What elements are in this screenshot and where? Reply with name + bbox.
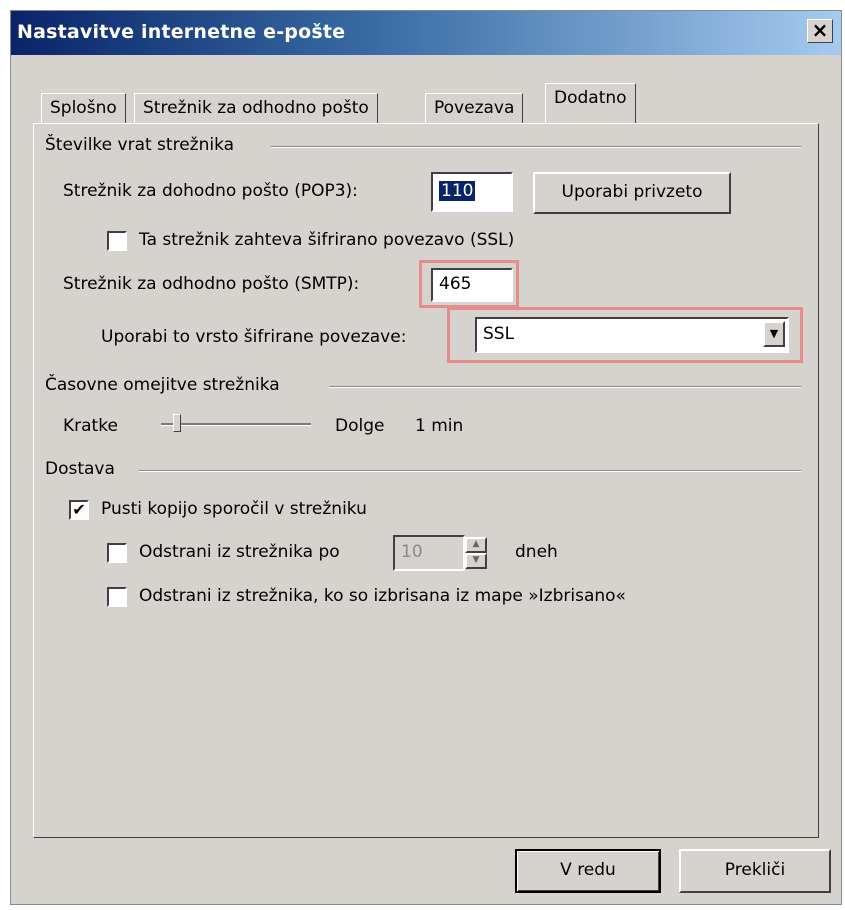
remove-deleted-checkbox[interactable] [107, 587, 127, 607]
group-divider [329, 386, 801, 388]
chevron-down-icon[interactable]: ▼ [763, 321, 785, 347]
days-unit-label: dneh [515, 542, 558, 562]
ssl-required-label: Ta strežnik zahteva šifrirano povezavo (… [139, 230, 515, 250]
remove-after-days-input[interactable]: 10 [393, 535, 465, 571]
tab-label: Strežnik za odhodno pošto [143, 98, 369, 118]
close-icon: × [811, 18, 829, 42]
ssl-required-checkbox[interactable] [107, 231, 127, 251]
timeout-slider-thumb[interactable] [173, 414, 181, 432]
encryption-type-label: Uporabi to vrsto šifrirane povezave: [101, 327, 407, 347]
smtp-port-input[interactable]: 465 [431, 268, 513, 302]
timeout-slider-track[interactable] [161, 423, 311, 426]
encryption-type-select[interactable]: SSL [475, 317, 789, 353]
close-button[interactable]: × [807, 19, 833, 43]
leave-copy-label: Pusti kopijo sporočil v strežniku [101, 499, 367, 519]
group-title-timeouts: Časovne omejitve strežnika [45, 375, 280, 395]
smtp-label: Strežnik za odhodno pošto (SMTP): [63, 274, 360, 294]
group-divider [139, 470, 801, 472]
tab-outgoing-server[interactable]: Strežnik za odhodno pošto [134, 93, 378, 123]
dialog-title: Nastavitve internetne e-pošte [17, 21, 346, 43]
use-default-button[interactable]: Uporabi privzeto [533, 172, 731, 214]
timeout-value: 1 min [415, 416, 464, 436]
title-bar: Nastavitve internetne e-pošte × [11, 11, 841, 55]
tab-advanced[interactable]: Dodatno [545, 83, 636, 123]
pop3-port-value: 110 [439, 181, 476, 201]
remove-after-label: Odstrani iz strežnika po [139, 542, 340, 562]
pop3-port-input[interactable]: 110 [431, 172, 513, 212]
encryption-type-value: SSL [483, 324, 515, 344]
timeout-short-label: Kratke [63, 416, 118, 436]
spin-up-icon[interactable]: ▲ [465, 537, 487, 553]
group-title-delivery: Dostava [45, 459, 115, 479]
pop3-label: Strežnik za dohodno pošto (POP3): [63, 181, 358, 201]
ok-button[interactable]: V redu [515, 849, 661, 893]
tab-connection[interactable]: Povezava [425, 93, 524, 123]
checkmark-icon: ✔ [72, 500, 86, 519]
cancel-button[interactable]: Prekliči [679, 849, 831, 893]
remove-after-checkbox[interactable] [107, 543, 127, 563]
tab-label: Dodatno [554, 88, 627, 108]
remove-deleted-label: Odstrani iz strežnika, ko so izbrisana i… [139, 586, 626, 606]
settings-dialog: Nastavitve internetne e-pošte × Splošno … [10, 10, 842, 905]
group-divider [271, 146, 801, 148]
spin-down-icon[interactable]: ▼ [465, 553, 487, 569]
tab-label: Splošno [50, 98, 117, 118]
leave-copy-checkbox[interactable]: ✔ [69, 500, 89, 520]
timeout-long-label: Dolge [335, 416, 385, 436]
group-title-ports: Številke vrat strežnika [45, 135, 235, 155]
tab-label: Povezava [434, 98, 515, 118]
tab-general[interactable]: Splošno [41, 93, 126, 123]
